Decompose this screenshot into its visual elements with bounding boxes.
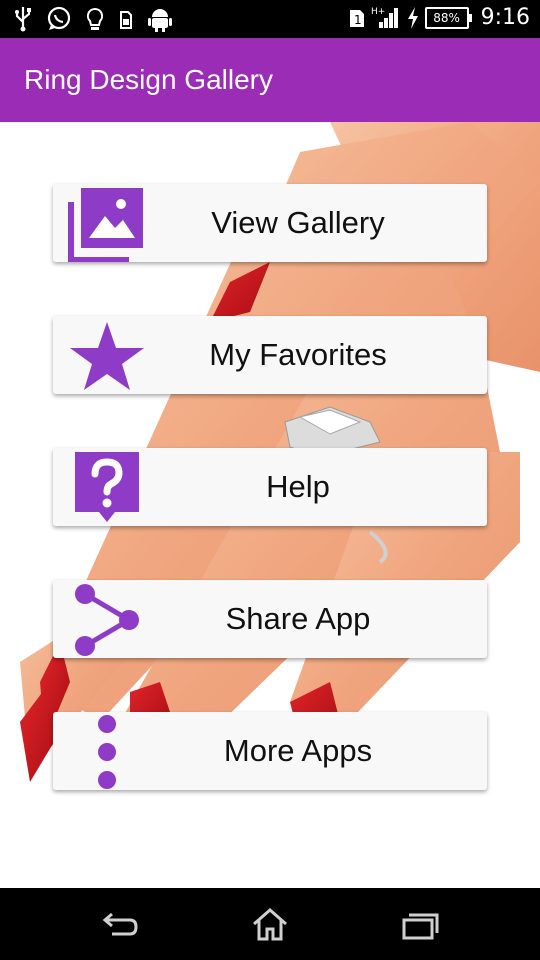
home-icon[interactable] bbox=[250, 906, 290, 942]
more-apps-button[interactable]: More Apps bbox=[53, 712, 487, 790]
svg-text:1: 1 bbox=[354, 13, 362, 27]
battery-indicator: 88% bbox=[424, 6, 472, 29]
charging-icon bbox=[407, 6, 418, 29]
whatsapp-icon bbox=[47, 6, 71, 30]
recents-icon[interactable] bbox=[400, 906, 440, 942]
my-favorites-button[interactable]: My Favorites bbox=[53, 316, 487, 394]
app-bar: Ring Design Gallery bbox=[0, 38, 540, 122]
android-icon bbox=[148, 9, 172, 32]
usb-icon bbox=[15, 7, 31, 32]
main-content: View Gallery My Favorites Help Share App bbox=[0, 122, 540, 888]
my-favorites-label: My Favorites bbox=[209, 337, 387, 372]
status-time: 9:16 bbox=[480, 5, 530, 30]
back-icon[interactable] bbox=[100, 906, 140, 942]
signal-icon: H+ bbox=[371, 7, 398, 28]
more-vert-icon bbox=[98, 715, 116, 789]
svg-text:H+: H+ bbox=[371, 7, 385, 17]
help-icon bbox=[75, 452, 139, 522]
view-gallery-button[interactable]: View Gallery bbox=[53, 184, 487, 262]
navigation-bar bbox=[0, 888, 540, 960]
share-app-button[interactable]: Share App bbox=[53, 580, 487, 658]
view-gallery-label: View Gallery bbox=[211, 205, 385, 240]
share-app-label: Share App bbox=[225, 601, 371, 636]
help-button[interactable]: Help bbox=[53, 448, 487, 526]
sim1-icon: 1 bbox=[349, 9, 364, 27]
star-icon bbox=[70, 322, 144, 390]
lightbulb-icon bbox=[86, 7, 104, 30]
help-label: Help bbox=[266, 469, 330, 504]
gallery-icon bbox=[68, 188, 143, 262]
app-title: Ring Design Gallery bbox=[24, 64, 273, 95]
share-icon bbox=[75, 584, 139, 656]
status-bar: 1 H+ 88% 9:16 bbox=[0, 0, 540, 38]
more-apps-label: More Apps bbox=[223, 733, 373, 768]
sim-icon bbox=[120, 11, 132, 29]
